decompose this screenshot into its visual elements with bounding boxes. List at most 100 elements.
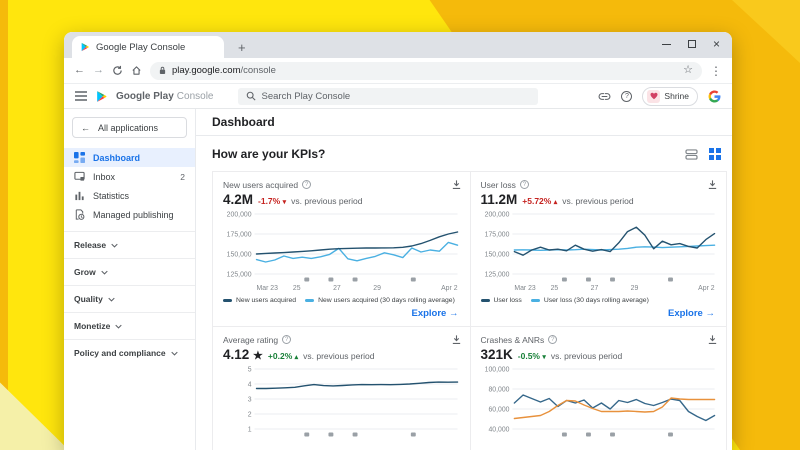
search-icon bbox=[246, 91, 256, 101]
arrow-right-icon: → bbox=[449, 308, 459, 319]
svg-text:Apr 2: Apr 2 bbox=[698, 285, 715, 292]
legend-label: User loss bbox=[493, 297, 522, 304]
view-toggles bbox=[685, 148, 724, 160]
svg-text:25: 25 bbox=[550, 285, 558, 292]
back-arrow-icon: ← bbox=[81, 122, 90, 133]
page-title: Dashboard bbox=[196, 109, 732, 136]
help-icon[interactable]: ? bbox=[519, 180, 529, 189]
tab-title: Google Play Console bbox=[96, 41, 186, 53]
bookmark-star-icon[interactable]: ☆ bbox=[683, 65, 693, 76]
svg-text:150,000: 150,000 bbox=[484, 251, 509, 258]
account-name: Shrine bbox=[664, 91, 689, 101]
svg-text:125,000: 125,000 bbox=[227, 271, 252, 278]
section-label: Release bbox=[74, 240, 107, 250]
svg-text:100,000: 100,000 bbox=[484, 366, 509, 373]
svg-text:2: 2 bbox=[248, 411, 252, 418]
sidebar-section-policy[interactable]: Policy and compliance bbox=[64, 339, 195, 366]
kpi-card-user-loss: User loss ? 11.2M +5.72% ▴ vs. previous … bbox=[469, 172, 727, 326]
card-title: New users acquired bbox=[223, 179, 299, 190]
sidebar-item-label: Inbox bbox=[93, 171, 116, 182]
new-tab-button[interactable]: + bbox=[238, 41, 246, 54]
list-view-icon[interactable] bbox=[685, 148, 698, 160]
search-input[interactable]: Search Play Console bbox=[237, 87, 538, 105]
svg-text:125,000: 125,000 bbox=[484, 271, 509, 278]
download-icon[interactable] bbox=[707, 179, 718, 190]
card-title: Average rating bbox=[223, 334, 279, 345]
sidebar-item-label: Statistics bbox=[93, 190, 130, 201]
chart-legend: New users acquired New users acquired (3… bbox=[223, 297, 462, 304]
kpi-card-new-users-acquired: New users acquired ? 4.2M -1.7% ▾ vs. pr… bbox=[213, 172, 470, 326]
maximize-button[interactable] bbox=[687, 40, 696, 48]
sidebar-item-label: Managed publishing bbox=[93, 209, 174, 220]
sidebar-section-release[interactable]: Release bbox=[64, 231, 195, 258]
kpi-section-title: How are your KPIs? bbox=[212, 147, 326, 161]
browser-window: Google Play Console + × ← → play.google.… bbox=[64, 32, 732, 450]
svg-text:1: 1 bbox=[248, 426, 252, 433]
chevron-down-icon bbox=[170, 351, 178, 356]
sidebar-item-dashboard[interactable]: Dashboard bbox=[64, 148, 195, 167]
browser-toolbar: ← → play.google.com/console ☆ ⋮ bbox=[64, 58, 732, 84]
kpi-value: 11.2M bbox=[480, 192, 518, 207]
play-logo-icon bbox=[81, 42, 89, 52]
sidebar: ← All applications Dashboard Inbox 2 Sta… bbox=[64, 109, 196, 450]
browser-tab-strip: Google Play Console + × bbox=[64, 32, 732, 58]
browser-menu-icon[interactable]: ⋮ bbox=[710, 65, 722, 77]
app-switcher-pill[interactable]: Shrine bbox=[642, 86, 698, 106]
forward-icon[interactable]: → bbox=[93, 65, 104, 76]
inbox-icon bbox=[74, 171, 85, 181]
sidebar-item-label: Dashboard bbox=[93, 152, 141, 163]
sidebar-section-grow[interactable]: Grow bbox=[64, 258, 195, 285]
section-label: Monetize bbox=[74, 321, 111, 331]
svg-text:27: 27 bbox=[333, 285, 341, 292]
browser-tab[interactable]: Google Play Console bbox=[72, 36, 224, 58]
section-label: Policy and compliance bbox=[74, 348, 166, 358]
chevron-down-icon bbox=[115, 324, 123, 329]
all-applications-button[interactable]: ← All applications bbox=[72, 117, 187, 138]
section-label: Quality bbox=[74, 294, 103, 304]
help-icon[interactable]: ? bbox=[282, 335, 292, 344]
new-users-chart: 200,000 175,000 150,000 125,000 Mar 23 25 27 29… bbox=[227, 211, 459, 292]
legend-swatch-light bbox=[530, 299, 540, 302]
lock-icon bbox=[159, 66, 166, 74]
grid-view-icon[interactable] bbox=[709, 148, 721, 160]
help-icon[interactable]: ? bbox=[621, 90, 633, 102]
statistics-icon bbox=[75, 191, 84, 201]
sidebar-item-inbox[interactable]: Inbox 2 bbox=[64, 167, 195, 186]
minimize-button[interactable] bbox=[661, 43, 671, 45]
card-title: User loss bbox=[480, 179, 516, 190]
sidebar-item-managed-publishing[interactable]: Managed publishing bbox=[64, 205, 195, 224]
close-button[interactable]: × bbox=[713, 38, 720, 50]
back-icon[interactable]: ← bbox=[74, 65, 85, 76]
help-icon[interactable]: ? bbox=[302, 180, 312, 189]
svg-text:29: 29 bbox=[373, 285, 381, 292]
help-icon[interactable]: ? bbox=[548, 335, 558, 344]
download-icon[interactable] bbox=[707, 334, 718, 345]
url-bar[interactable]: play.google.com/console ☆ bbox=[150, 61, 702, 80]
svg-text:Apr 2: Apr 2 bbox=[441, 285, 458, 292]
arrow-right-icon: → bbox=[705, 308, 716, 319]
explore-link[interactable]: Explore → bbox=[223, 308, 462, 319]
sidebar-section-monetize[interactable]: Monetize bbox=[64, 312, 195, 339]
chevron-down-icon bbox=[111, 243, 118, 248]
legend-swatch-dark bbox=[223, 299, 232, 302]
reload-icon[interactable] bbox=[112, 65, 123, 76]
kpi-panel: New users acquired ? 4.2M -1.7% ▾ vs. pr… bbox=[212, 171, 727, 450]
kpi-delta: -0.5% ▾ bbox=[517, 351, 546, 361]
legend-label: New users acquired bbox=[236, 297, 297, 304]
desktop-background: Google Play Console + × ← → play.google.… bbox=[0, 0, 800, 450]
google-logo-icon[interactable] bbox=[708, 90, 721, 103]
svg-text:200,000: 200,000 bbox=[227, 211, 252, 218]
download-icon[interactable] bbox=[451, 334, 462, 345]
hamburger-menu-icon[interactable] bbox=[75, 91, 87, 101]
play-logo-icon bbox=[97, 90, 107, 102]
sidebar-item-statistics[interactable]: Statistics bbox=[64, 186, 195, 205]
average-rating-chart: 5 4 3 2 1 bbox=[248, 366, 459, 437]
download-icon[interactable] bbox=[451, 179, 462, 190]
header-actions: ? Shrine bbox=[598, 86, 721, 106]
home-icon[interactable] bbox=[131, 65, 142, 76]
explore-link[interactable]: Explore → bbox=[481, 308, 719, 319]
link-icon[interactable] bbox=[598, 92, 611, 101]
sidebar-section-quality[interactable]: Quality bbox=[64, 285, 195, 312]
url-text: play.google.com/console bbox=[172, 65, 276, 76]
svg-text:175,000: 175,000 bbox=[484, 231, 509, 238]
